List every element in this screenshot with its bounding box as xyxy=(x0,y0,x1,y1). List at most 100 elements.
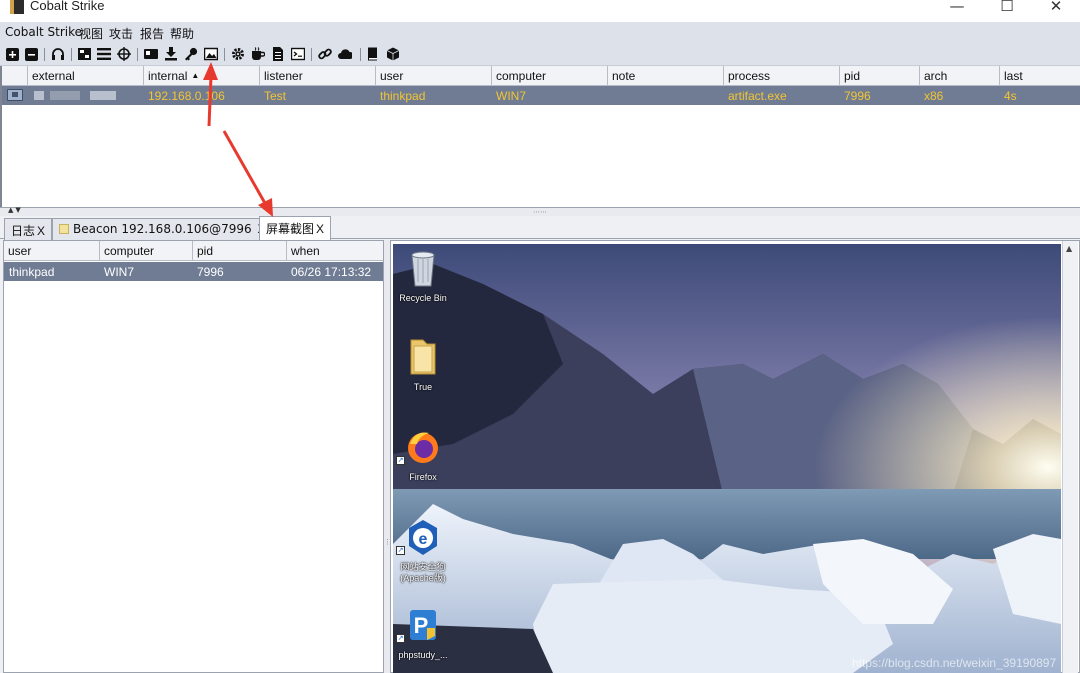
minus-icon[interactable] xyxy=(24,47,38,61)
redacted-external-ip xyxy=(34,91,44,100)
csdn-watermark: https://blog.csdn.net/weixin_39190897 xyxy=(852,656,1057,670)
beacon-computer: WIN7 xyxy=(496,89,526,103)
desktop-icon-phpstudy[interactable]: P ↗ phpstudy_... xyxy=(393,606,458,661)
cobalt-strike-window: Cobalt Strike — ☐ ✕ Cobalt Strike 视图 攻击 … xyxy=(0,0,1080,673)
maximize-button[interactable]: ☐ xyxy=(984,0,1030,18)
desktop-icon-recycle-bin[interactable]: Recycle Bin xyxy=(393,249,458,304)
column-header-arch[interactable]: arch xyxy=(920,66,1000,86)
redacted-external-ip xyxy=(50,91,80,100)
shortcut-arrow-icon: ↗ xyxy=(396,546,405,555)
menu-help[interactable]: 帮助 xyxy=(170,25,194,42)
beacon-process: artifact.exe xyxy=(728,89,787,103)
toolbar xyxy=(0,44,1080,66)
desktop-icon-folder[interactable]: True xyxy=(393,336,458,393)
tab-screenshots[interactable]: 屏幕截图 X xyxy=(259,216,332,240)
beacon-last: 4s xyxy=(1004,89,1017,103)
menu-view[interactable]: 视图 xyxy=(79,25,103,42)
recycle-bin-icon xyxy=(411,251,435,287)
phpstudy-icon: P xyxy=(410,610,436,640)
menu-attacks[interactable]: 攻击 xyxy=(109,25,133,42)
shortcut-arrow-icon: ↗ xyxy=(396,456,405,465)
desktop-icon-firefox[interactable]: ↗ Firefox xyxy=(393,428,458,483)
settings-icon[interactable] xyxy=(231,47,245,61)
sort-ascending-icon: ▲ xyxy=(191,71,200,80)
desktop-icon-safedog[interactable]: e ↗ 网站安全狗 (Apache版) xyxy=(393,518,458,584)
safedog-icon: e xyxy=(409,520,437,555)
notes-icon[interactable] xyxy=(271,47,285,61)
column-header-last[interactable]: last xyxy=(1000,66,1080,86)
toolbar-separator xyxy=(360,48,361,61)
tab-event-log[interactable]: 日志 X xyxy=(4,218,53,240)
beacons-table-header: external internal ▲ listener user compute… xyxy=(2,66,1080,86)
close-tab-button[interactable]: X xyxy=(316,222,324,236)
credentials-icon[interactable] xyxy=(144,47,158,61)
windows-host-icon xyxy=(7,89,23,101)
keystrokes-icon[interactable] xyxy=(184,47,198,61)
column-header-external[interactable]: external xyxy=(28,66,144,86)
cloud-icon[interactable] xyxy=(338,47,352,61)
downloads-icon[interactable] xyxy=(164,47,178,61)
column-header-user[interactable]: user xyxy=(4,241,100,261)
column-header-computer[interactable]: computer xyxy=(492,66,608,86)
column-header-user[interactable]: user xyxy=(376,66,492,86)
screenshot-when: 06/26 17:13:32 xyxy=(291,265,372,279)
link-icon[interactable] xyxy=(318,47,332,61)
firefox-icon xyxy=(408,432,438,463)
console-icon[interactable] xyxy=(291,47,305,61)
column-header-listener[interactable]: listener xyxy=(260,66,376,86)
svg-text:e: e xyxy=(419,531,428,548)
session-table-icon[interactable] xyxy=(97,47,111,61)
captured-desktop-image: Recycle Bin True ↗ Firefox e ↗ 网站安全狗 (Ap… xyxy=(393,244,1061,673)
screenshot-pid: 7996 xyxy=(197,265,224,279)
column-header-icon[interactable] xyxy=(2,66,28,86)
divider-grip-icon: ⋯⋯ xyxy=(533,208,547,216)
close-window-button[interactable]: ✕ xyxy=(1033,0,1079,18)
toolbar-separator xyxy=(44,48,45,61)
menu-cobalt-strike[interactable]: Cobalt Strike xyxy=(5,25,82,39)
column-header-pid[interactable]: pid xyxy=(840,66,920,86)
beacon-user: thinkpad xyxy=(380,89,426,103)
beacon-pid: 7996 xyxy=(844,89,871,103)
beacon-tab-icon xyxy=(59,224,69,234)
menu-bar: Cobalt Strike 视图 攻击 报告 帮助 xyxy=(0,22,1080,44)
menu-reporting[interactable]: 报告 xyxy=(140,25,164,42)
column-header-pid[interactable]: pid xyxy=(193,241,287,261)
screenshots-icon[interactable] xyxy=(204,47,218,61)
pivot-graph-icon[interactable] xyxy=(78,47,92,61)
screenshot-row[interactable]: thinkpad WIN7 7996 06/26 17:13:32 xyxy=(4,262,383,281)
screenshots-table-header: user computer pid when xyxy=(4,241,383,261)
toolbar-separator xyxy=(311,48,312,61)
window-title: Cobalt Strike xyxy=(30,0,105,13)
toolbar-separator xyxy=(71,48,72,61)
coffee-icon[interactable] xyxy=(251,47,265,61)
book-icon[interactable] xyxy=(366,47,380,61)
column-header-process[interactable]: process xyxy=(724,66,840,86)
plus-icon[interactable] xyxy=(5,47,19,61)
cobalt-strike-logo-icon xyxy=(10,0,24,14)
cube-icon[interactable] xyxy=(386,47,400,61)
shortcut-arrow-icon: ↗ xyxy=(396,634,405,643)
collapse-arrows-icon[interactable]: ▲▼ xyxy=(8,206,23,214)
column-header-when[interactable]: when xyxy=(287,241,383,261)
desktop-wallpaper xyxy=(393,244,1061,673)
split-pane-divider[interactable]: ▲▼ ⋯⋯ xyxy=(0,206,1080,216)
title-bar: Cobalt Strike — ☐ ✕ xyxy=(0,0,1080,22)
close-tab-button[interactable]: X xyxy=(37,224,45,238)
scroll-up-icon[interactable]: ▲ xyxy=(1066,244,1072,253)
column-header-internal[interactable]: internal ▲ xyxy=(144,66,260,86)
toolbar-separator xyxy=(224,48,225,61)
targets-icon[interactable] xyxy=(117,47,131,61)
folder-icon xyxy=(410,339,436,375)
minimize-button[interactable]: — xyxy=(934,0,980,18)
headphones-icon[interactable] xyxy=(51,47,65,61)
column-header-computer[interactable]: computer xyxy=(100,241,193,261)
beacon-row[interactable]: 192.168.0.106 Test thinkpad WIN7 artifac… xyxy=(2,86,1080,105)
toolbar-separator xyxy=(137,48,138,61)
tab-beacon[interactable]: Beacon 192.168.0.106@7996 X xyxy=(52,218,273,240)
beacon-arch: x86 xyxy=(924,89,944,103)
screenshots-list: user computer pid when thinkpad WIN7 799… xyxy=(3,240,384,673)
beacon-listener: Test xyxy=(264,89,287,103)
beacons-table: external internal ▲ listener user compute… xyxy=(0,66,1080,207)
column-header-note[interactable]: note xyxy=(608,66,724,86)
viewer-scrollbar[interactable]: ▲ xyxy=(1062,241,1078,673)
